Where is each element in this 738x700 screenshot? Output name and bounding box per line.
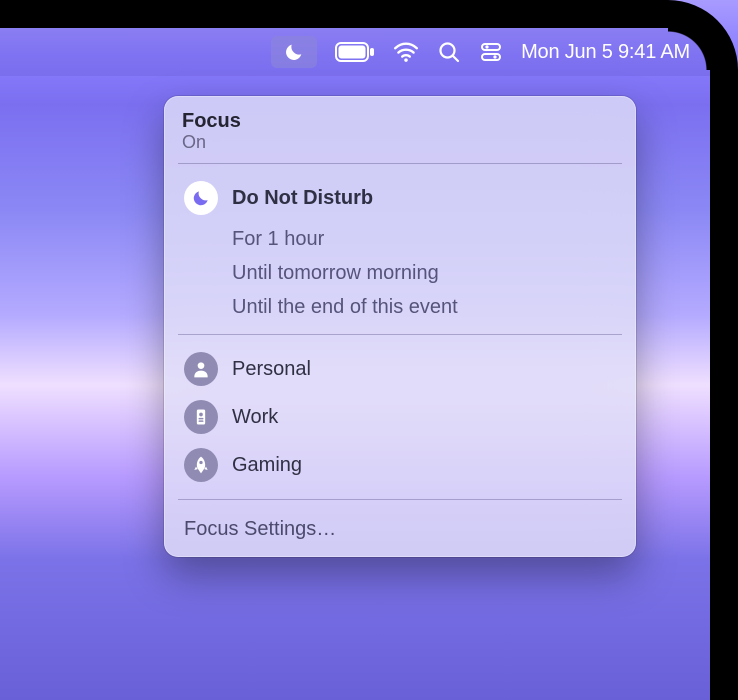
focus-title: Focus <box>182 110 618 133</box>
divider <box>178 499 622 500</box>
focus-popover: Focus On Do Not Disturb For 1 hour Until… <box>164 96 636 557</box>
dnd-option-1-hour[interactable]: For 1 hour <box>182 222 618 256</box>
divider <box>178 163 622 164</box>
rocket-icon <box>184 448 218 482</box>
focus-status: On <box>182 132 618 153</box>
wifi-menu-bar-item[interactable] <box>393 39 419 65</box>
moon-icon <box>184 181 218 215</box>
focus-mode-label: Personal <box>232 357 311 381</box>
moon-icon <box>283 41 305 63</box>
spotlight-menu-bar-item[interactable] <box>437 40 461 64</box>
focus-mode-gaming[interactable]: Gaming <box>182 441 618 489</box>
focus-mode-work[interactable]: Work <box>182 393 618 441</box>
menu-bar: Mon Jun 5 9:41 AM <box>0 28 710 76</box>
wifi-icon <box>393 39 419 65</box>
dnd-option-tomorrow-morning[interactable]: Until tomorrow morning <box>182 256 618 290</box>
focus-settings-link[interactable]: Focus Settings… <box>182 510 618 543</box>
focus-mode-label: Work <box>232 405 278 429</box>
focus-menu-bar-item[interactable] <box>271 36 317 68</box>
person-icon <box>184 352 218 386</box>
dnd-label: Do Not Disturb <box>232 186 373 210</box>
battery-menu-bar-item[interactable] <box>335 42 375 62</box>
focus-popover-header: Focus On <box>182 110 618 153</box>
focus-mode-do-not-disturb[interactable]: Do Not Disturb <box>182 174 618 222</box>
dnd-option-end-of-event[interactable]: Until the end of this event <box>182 290 618 324</box>
menu-bar-clock[interactable]: Mon Jun 5 9:41 AM <box>521 41 690 64</box>
divider <box>178 334 622 335</box>
badge-icon <box>184 400 218 434</box>
control-center-menu-bar-item[interactable] <box>479 40 503 64</box>
focus-mode-personal[interactable]: Personal <box>182 345 618 393</box>
control-center-icon <box>479 40 503 64</box>
focus-mode-label: Gaming <box>232 453 302 477</box>
search-icon <box>437 40 461 64</box>
battery-icon <box>335 42 375 62</box>
